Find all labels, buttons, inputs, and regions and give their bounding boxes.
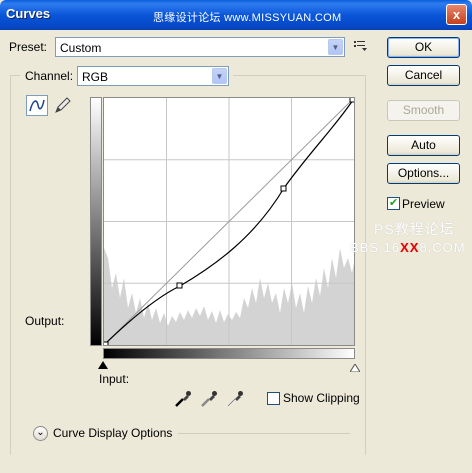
- black-eyedropper-icon: [175, 391, 191, 407]
- preset-label: Preset:: [9, 40, 48, 54]
- curve-graph[interactable]: [103, 97, 355, 346]
- cancel-button[interactable]: Cancel: [387, 65, 460, 86]
- input-label: Input:: [99, 372, 130, 386]
- black-point-slider[interactable]: [98, 361, 108, 369]
- smooth-button[interactable]: Smooth: [387, 100, 460, 121]
- watermark-side-line2: BBS.16XX8.COM: [350, 240, 466, 255]
- white-eyedropper-button[interactable]: [226, 390, 244, 408]
- watermark-top: 思缘设计论坛 www.MISSYUAN.COM: [153, 12, 342, 24]
- output-gradient-bar: [90, 97, 102, 346]
- watermark-text-red: XX: [400, 240, 420, 255]
- watermark-text: BBS.16: [350, 240, 401, 255]
- group-border-top-right: [233, 75, 365, 76]
- curve-tool-button[interactable]: [26, 95, 48, 116]
- output-label: Output:: [25, 314, 65, 328]
- close-button[interactable]: x: [446, 4, 467, 25]
- preview-checkbox[interactable]: [387, 196, 400, 210]
- ok-button[interactable]: OK: [387, 37, 460, 58]
- gray-eyedropper-button[interactable]: [200, 390, 218, 408]
- watermark-side-line1: PS教程论坛: [374, 221, 455, 237]
- window-title: Curves: [6, 6, 51, 21]
- auto-button[interactable]: Auto: [387, 135, 460, 156]
- chevron-down-icon: ▼: [212, 68, 227, 84]
- channel-value: RGB: [82, 70, 109, 84]
- white-point-slider[interactable]: [349, 361, 361, 373]
- preset-value: Custom: [60, 41, 102, 55]
- options-button[interactable]: Options...: [387, 163, 460, 184]
- watermark-text: 8.COM: [419, 240, 466, 255]
- group-border-right: [365, 75, 366, 455]
- input-gradient-bar: [103, 348, 355, 359]
- pencil-tool-icon: [55, 97, 71, 113]
- preview-label: Preview: [402, 197, 445, 211]
- black-eyedropper-button[interactable]: [174, 390, 192, 408]
- curve-display-options-label[interactable]: Curve Display Options: [53, 426, 172, 440]
- preset-menu-icon[interactable]: [354, 40, 368, 52]
- options-divider: [178, 433, 350, 434]
- curve-tool-icon: [29, 99, 45, 112]
- curve-point[interactable]: [104, 341, 109, 345]
- show-clipping-checkbox[interactable]: [267, 392, 280, 405]
- white-eyedropper-icon: [227, 391, 243, 407]
- curve-point[interactable]: [176, 282, 183, 289]
- pencil-tool-button[interactable]: [51, 95, 73, 116]
- title-bar: Curves 思缘设计论坛 www.MISSYUAN.COM x: [0, 0, 472, 30]
- gray-eyedropper-icon: [201, 391, 217, 407]
- channel-label: Channel:: [25, 69, 74, 83]
- curve-point[interactable]: [280, 185, 287, 192]
- group-border-left: [10, 75, 11, 455]
- group-border-top-left: [10, 75, 20, 76]
- show-clipping-label: Show Clipping: [283, 391, 360, 405]
- chevron-expand-icon[interactable]: ⌄: [33, 426, 48, 441]
- preset-select[interactable]: Custom ▼: [55, 37, 345, 57]
- channel-select[interactable]: RGB ▼: [77, 66, 229, 86]
- curve-point[interactable]: [349, 98, 354, 103]
- chevron-down-icon: ▼: [328, 39, 343, 55]
